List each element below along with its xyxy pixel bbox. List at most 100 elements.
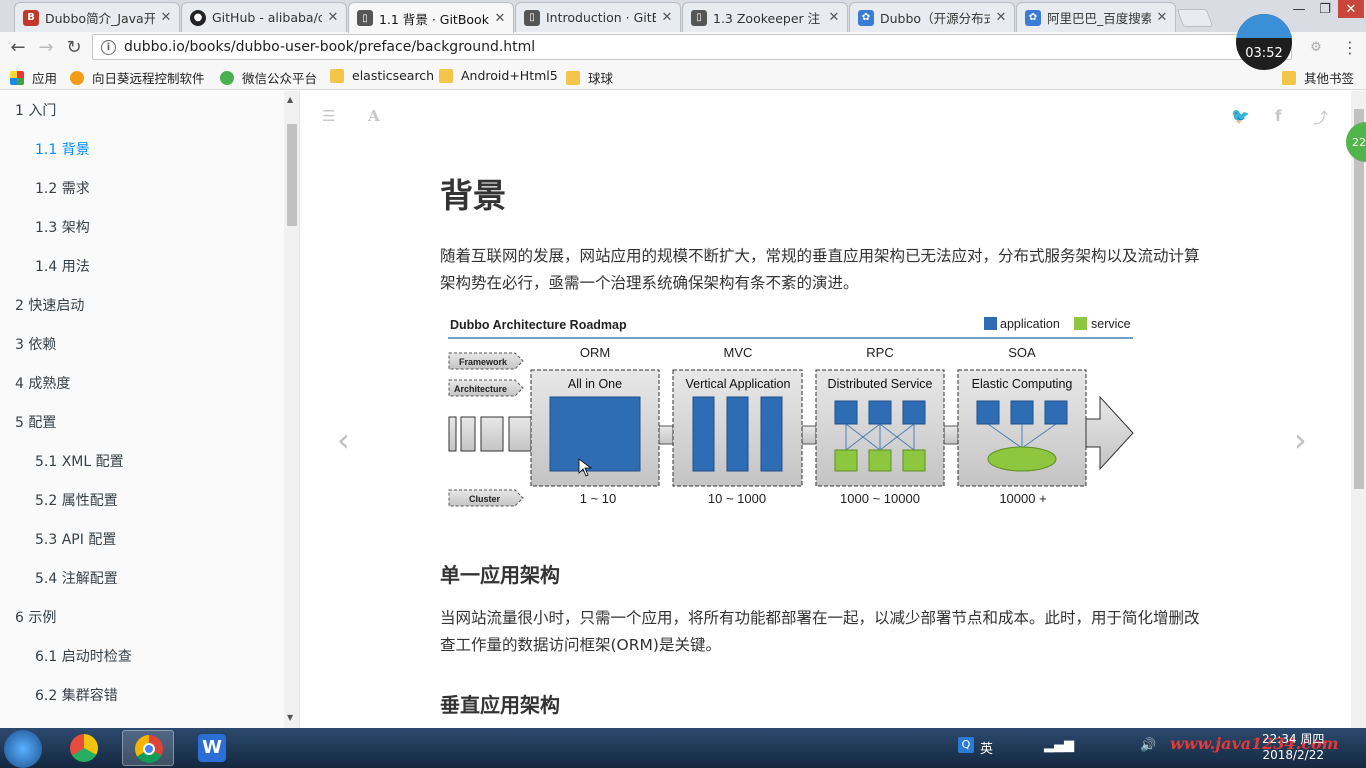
browser-tab-5[interactable]: ▯ 1.3 Zookeeper 注 ✕: [682, 2, 848, 32]
sidebar-item[interactable]: 1.4 用法: [35, 256, 90, 276]
bookmark-wechat[interactable]: 微信公众平台: [220, 68, 317, 87]
browser-tab-6[interactable]: ✿ Dubbo（开源分布式 ✕: [849, 2, 1015, 32]
bookmark-android[interactable]: Android+Html5: [439, 68, 558, 83]
bookmark-label: elasticsearch: [352, 68, 435, 83]
prev-page-icon[interactable]: ‹: [337, 421, 350, 459]
sidebar-item[interactable]: 5 配置: [15, 412, 56, 432]
lead-bar: [448, 416, 457, 452]
back-button[interactable]: ←: [6, 36, 30, 58]
tab-title: Dubbo简介_Java开: [45, 11, 155, 26]
tray-ime-icon[interactable]: Q: [958, 737, 974, 753]
wechat-icon: [220, 70, 234, 85]
bookmark-sunflower[interactable]: 向日葵远程控制软件: [70, 68, 205, 87]
clock-date: 2018/2/22: [1262, 748, 1324, 762]
application-block: [834, 400, 858, 425]
taskbar-app-colorful[interactable]: [58, 730, 110, 766]
address-bar[interactable]: i dubbo.io/books/dubbo-user-book/preface…: [92, 34, 1292, 60]
start-button[interactable]: [4, 730, 42, 768]
close-window-button[interactable]: ✕: [1338, 0, 1364, 18]
next-page-icon[interactable]: ›: [1294, 421, 1307, 459]
sidebar-item[interactable]: 1.2 需求: [35, 178, 90, 198]
sidebar-item[interactable]: 5.3 API 配置: [35, 529, 116, 549]
bookmark-label: 微信公众平台: [242, 71, 318, 86]
page-title: 背景: [440, 176, 506, 215]
sidebar-item[interactable]: 5.4 注解配置: [35, 568, 118, 588]
stage-framework-label: ORM: [580, 345, 610, 360]
sidebar-item[interactable]: 6.2 集群容错: [35, 685, 118, 705]
sidebar-item[interactable]: 2 快速启动: [15, 295, 84, 315]
diagram-title: Dubbo Architecture Roadmap: [450, 318, 627, 332]
scroll-up-icon[interactable]: ▲: [287, 95, 293, 104]
close-icon[interactable]: ✕: [827, 10, 841, 25]
close-icon[interactable]: ✕: [994, 10, 1008, 25]
scroll-thumb[interactable]: [1354, 109, 1364, 489]
maximize-button[interactable]: ❐: [1312, 0, 1338, 18]
bookmark-apps[interactable]: 应用: [10, 68, 57, 87]
system-clock[interactable]: 22:34 周四 2018/2/22: [1262, 731, 1324, 763]
sidebar-item[interactable]: 3 依赖: [15, 334, 56, 354]
stage-rpc: RPC Distributed Service 1000 ~ 10000: [815, 345, 945, 506]
service-block: [834, 449, 858, 472]
bookmark-label: 应用: [32, 71, 58, 86]
sidebar-item[interactable]: 1 入门: [15, 100, 56, 120]
bookmark-label: Android+Html5: [461, 68, 558, 83]
browser-tab-2[interactable]: ● GitHub - alibaba/c ✕: [181, 2, 347, 32]
close-icon[interactable]: ✕: [326, 10, 340, 25]
sidebar-item[interactable]: 5.2 属性配置: [35, 490, 118, 510]
single-app-paragraph: 当网站流量很小时，只需一个应用，将所有功能都部署在一起，以减少部署节点和成本。此…: [440, 609, 1200, 654]
volume-icon[interactable]: 🔊: [1140, 738, 1156, 753]
share-icon[interactable]: ⤴: [1313, 107, 1328, 128]
sidebar-item[interactable]: 1.3 架构: [35, 217, 90, 237]
bookmark-elasticsearch[interactable]: elasticsearch: [330, 68, 434, 83]
stage-soa: SOA Elastic Computing 10000 +: [957, 345, 1087, 506]
close-icon[interactable]: ✕: [493, 11, 507, 26]
twitter-icon[interactable]: 🐦: [1231, 107, 1250, 125]
baidu-b-icon: B: [23, 9, 39, 26]
application-block: [868, 400, 892, 425]
page-scrollbar[interactable]: [1351, 91, 1366, 728]
stage-cluster-label: 1 ~ 10: [580, 491, 617, 506]
browser-tab-3[interactable]: ▯ 1.1 背景 · GitBook ✕: [348, 2, 514, 33]
ime-language[interactable]: 英: [980, 738, 993, 757]
apps-icon: [10, 70, 24, 85]
forward-button[interactable]: →: [34, 36, 58, 58]
folder-icon: [566, 70, 580, 85]
extension-icon[interactable]: ⚙: [1304, 36, 1328, 58]
bookmark-qiuqiu[interactable]: 球球: [566, 68, 613, 87]
taskbar-app-wps[interactable]: W: [186, 730, 238, 766]
bookmark-other[interactable]: 其他书签: [1282, 68, 1354, 87]
network-icon[interactable]: ▂▄▆: [1044, 738, 1074, 753]
taskbar-app-chrome[interactable]: [122, 730, 174, 766]
book-icon: ▯: [524, 9, 540, 26]
section-heading-vertical: 垂直应用架构: [440, 693, 560, 717]
browser-tab-4[interactable]: ▯ Introduction · GitB ✕: [515, 2, 681, 32]
sidebar-item[interactable]: 6 示例: [15, 607, 56, 627]
browser-tab-1[interactable]: B Dubbo简介_Java开 ✕: [14, 2, 180, 32]
application-block: [692, 396, 715, 472]
menu-icon[interactable]: ⋮: [1338, 36, 1362, 58]
stage-framework-label: SOA: [1008, 345, 1036, 360]
sidebar-item-active[interactable]: 1.1 背景: [35, 139, 90, 159]
sidebar-item[interactable]: 4 成熟度: [15, 373, 70, 393]
application-block: [726, 396, 749, 472]
facebook-icon[interactable]: f: [1275, 107, 1282, 125]
toggle-sidebar-icon[interactable]: ☰: [322, 107, 335, 125]
sidebar-scrollbar[interactable]: ▲ ▼: [284, 91, 299, 728]
legend-application: application: [1000, 317, 1060, 331]
bookmark-label: 向日葵远程控制软件: [92, 71, 205, 86]
architecture-roadmap-diagram: Dubbo Architecture Roadmap application s…: [448, 317, 1134, 507]
application-block: [1010, 400, 1034, 425]
close-icon[interactable]: ✕: [660, 10, 674, 25]
book-icon: ▯: [357, 10, 373, 26]
scroll-thumb[interactable]: [287, 124, 297, 226]
browser-tab-7[interactable]: ✿ 阿里巴巴_百度搜索 ✕: [1016, 2, 1176, 32]
reload-button[interactable]: ↻: [62, 36, 86, 58]
new-tab-button[interactable]: [1176, 9, 1214, 27]
scroll-down-icon[interactable]: ▼: [287, 713, 293, 722]
sidebar-item[interactable]: 5.1 XML 配置: [35, 451, 124, 471]
close-icon[interactable]: ✕: [1155, 10, 1169, 25]
info-icon[interactable]: i: [101, 39, 116, 55]
sidebar-item[interactable]: 6.1 启动时检查: [35, 646, 132, 666]
font-settings-icon[interactable]: A: [368, 107, 380, 125]
close-icon[interactable]: ✕: [159, 10, 173, 25]
